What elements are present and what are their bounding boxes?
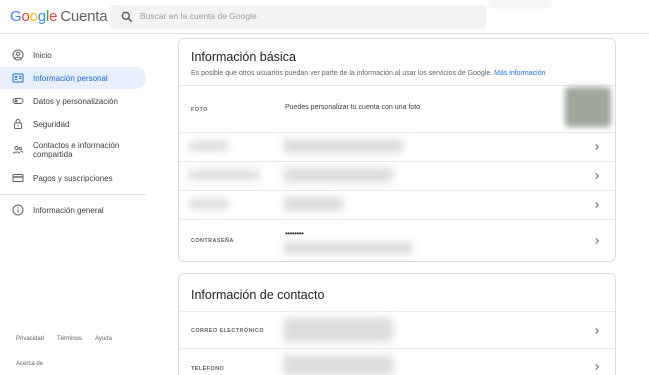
blurred-value [283, 139, 403, 153]
sidebar-item-label: Inicio [33, 51, 52, 60]
logo-letter: G [10, 8, 22, 25]
blurred-value [283, 242, 413, 254]
help-link[interactable]: Ayuda [95, 336, 112, 342]
google-account-logo[interactable]: Google Cuenta [10, 8, 108, 25]
basic-info-card: Información básica Es posible que otros … [178, 38, 616, 262]
sidebar-item-label: Datos y personalización [33, 97, 118, 106]
phone-label: TELÉFONO [191, 366, 225, 372]
sidebar-item-label: Información personal [33, 74, 108, 83]
sidebar-item-personal-info[interactable]: Información personal [0, 67, 146, 89]
blurred-region [490, 0, 550, 8]
credit-card-icon [12, 174, 24, 182]
sidebar-item-label: Contactos e información compartida [33, 141, 120, 159]
more-info-link[interactable]: Más información [494, 70, 545, 77]
sidebar-item-general-info[interactable]: Información general [0, 199, 146, 221]
chevron-right-icon [595, 201, 600, 209]
password-label: CONTRASEÑA [191, 238, 234, 244]
sidebar-divider [0, 194, 146, 195]
toggle-icon [12, 98, 24, 104]
blurred-label [189, 141, 229, 151]
terms-link[interactable]: Términos [57, 336, 82, 342]
contact-info-title: Información de contacto [191, 288, 325, 302]
sidebar-item-label: Información general [33, 206, 104, 215]
blurred-value [283, 318, 393, 342]
chevron-right-icon [595, 143, 600, 151]
top-bar: Google Cuenta Buscar en la cuenta de Goog… [0, 0, 649, 34]
sidebar-item-security[interactable]: Seguridad [0, 113, 146, 135]
password-row[interactable]: CONTRASEÑA •••••••• [179, 219, 615, 261]
photo-row[interactable]: FOTO Puedes personalizar tu cuenta con u… [179, 85, 615, 132]
blurred-label [189, 199, 229, 209]
chevron-right-icon [595, 363, 600, 371]
product-name: Cuenta [60, 8, 108, 25]
photo-text: Puedes personalizar tu cuenta con una fo… [285, 104, 421, 111]
sidebar: Inicio Información personal Datos y pers… [0, 34, 150, 375]
people-icon [12, 145, 24, 154]
chevron-right-icon [595, 327, 600, 335]
chevron-right-icon [595, 237, 600, 245]
search-placeholder: Buscar en la cuenta de Google [140, 11, 257, 21]
blurred-value [283, 197, 343, 211]
contact-info-card: Información de contacto CORREO ELECTRÓNI… [178, 273, 616, 375]
privacy-link[interactable]: Privacidad [16, 336, 44, 342]
sidebar-item-home[interactable]: Inicio [0, 44, 146, 66]
blurred-value [283, 168, 393, 182]
logo-letter: o [29, 8, 38, 25]
description-text: Es posible que otros usuarios puedan ver… [191, 70, 493, 77]
phone-row[interactable]: TELÉFONO [179, 348, 615, 375]
gender-row[interactable] [179, 190, 615, 219]
blurred-label [189, 170, 259, 180]
basic-info-title: Información básica [191, 50, 296, 64]
search-icon [121, 11, 133, 23]
info-icon [12, 204, 24, 216]
photo-label: FOTO [191, 107, 208, 113]
about-link[interactable]: Acerca de [16, 361, 43, 367]
basic-info-description: Es posible que otros usuarios puedan ver… [191, 70, 545, 77]
id-card-icon [12, 73, 24, 83]
sidebar-item-payments[interactable]: Pagos y suscripciones [0, 167, 146, 189]
name-row[interactable] [179, 132, 615, 161]
sidebar-item-label: Seguridad [33, 120, 70, 129]
logo-letter: o [21, 8, 30, 25]
email-row[interactable]: CORREO ELECTRÓNICO [179, 311, 615, 348]
birthday-row[interactable] [179, 161, 615, 190]
home-icon [12, 49, 24, 61]
blurred-value [283, 355, 393, 375]
logo-letter: e [49, 8, 58, 25]
email-label: CORREO ELECTRÓNICO [191, 328, 264, 334]
sidebar-item-data-personalization[interactable]: Datos y personalización [0, 90, 146, 112]
logo-letter: g [37, 8, 46, 25]
sidebar-item-contacts-sharing[interactable]: Contactos e información compartida [0, 139, 146, 161]
sidebar-item-label: Pagos y suscripciones [33, 174, 113, 183]
chevron-right-icon [595, 172, 600, 180]
profile-photo[interactable] [565, 87, 611, 127]
lock-icon [14, 119, 22, 129]
search-input[interactable]: Buscar en la cuenta de Google [110, 5, 486, 29]
password-value: •••••••• [285, 229, 304, 238]
